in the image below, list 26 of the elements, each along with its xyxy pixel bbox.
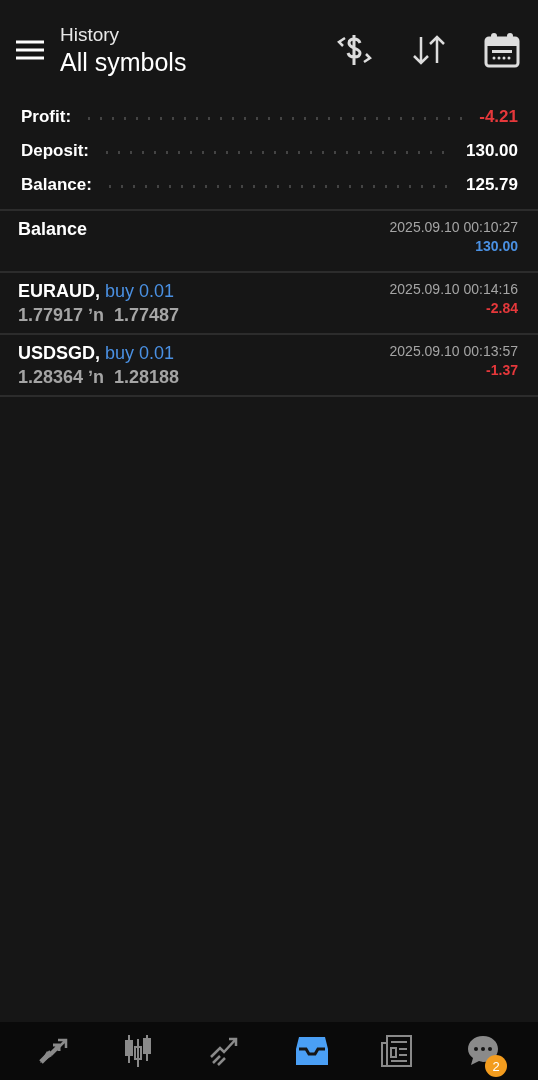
deal-amount: -1.37	[486, 362, 518, 378]
sort-icon[interactable]	[412, 35, 446, 65]
summary-value: 130.00	[466, 140, 518, 161]
summary-label: Balance:	[21, 174, 92, 195]
deal-symbol: USDSGD,	[18, 343, 100, 364]
deal-side: buy 0.01	[105, 281, 175, 302]
header-title: History	[60, 23, 121, 46]
currency-exchange-icon[interactable]	[336, 33, 374, 67]
deal-side: buy 0.01	[105, 343, 175, 364]
deal-time: 2025.09.10 00:10:27	[389, 219, 518, 235]
summary-label: Deposit:	[21, 140, 89, 161]
calendar-icon[interactable]	[484, 32, 520, 68]
menu-icon[interactable]	[16, 40, 44, 60]
summary-label: Profit:	[21, 106, 72, 127]
deal-amount: -2.84	[486, 300, 518, 316]
deal-time: 2025.09.10 00:13:57	[389, 343, 518, 359]
deal-amount: 130.00	[475, 238, 518, 254]
deal-prices: 1.28364 ʼn 1.28188	[18, 367, 180, 388]
summary-value: 125.79	[466, 174, 518, 195]
deal-symbol: EURAUD,	[18, 281, 100, 302]
notification-badge: 2	[485, 1055, 508, 1077]
summary-value: -4.21	[479, 106, 518, 127]
deal-symbol: Balance	[18, 219, 88, 240]
deal-prices: 1.77917 ʼn 1.77487	[18, 305, 180, 326]
header-subtitle[interactable]: All symbols	[60, 47, 320, 77]
deal-time: 2025.09.10 00:14:16	[389, 281, 518, 297]
